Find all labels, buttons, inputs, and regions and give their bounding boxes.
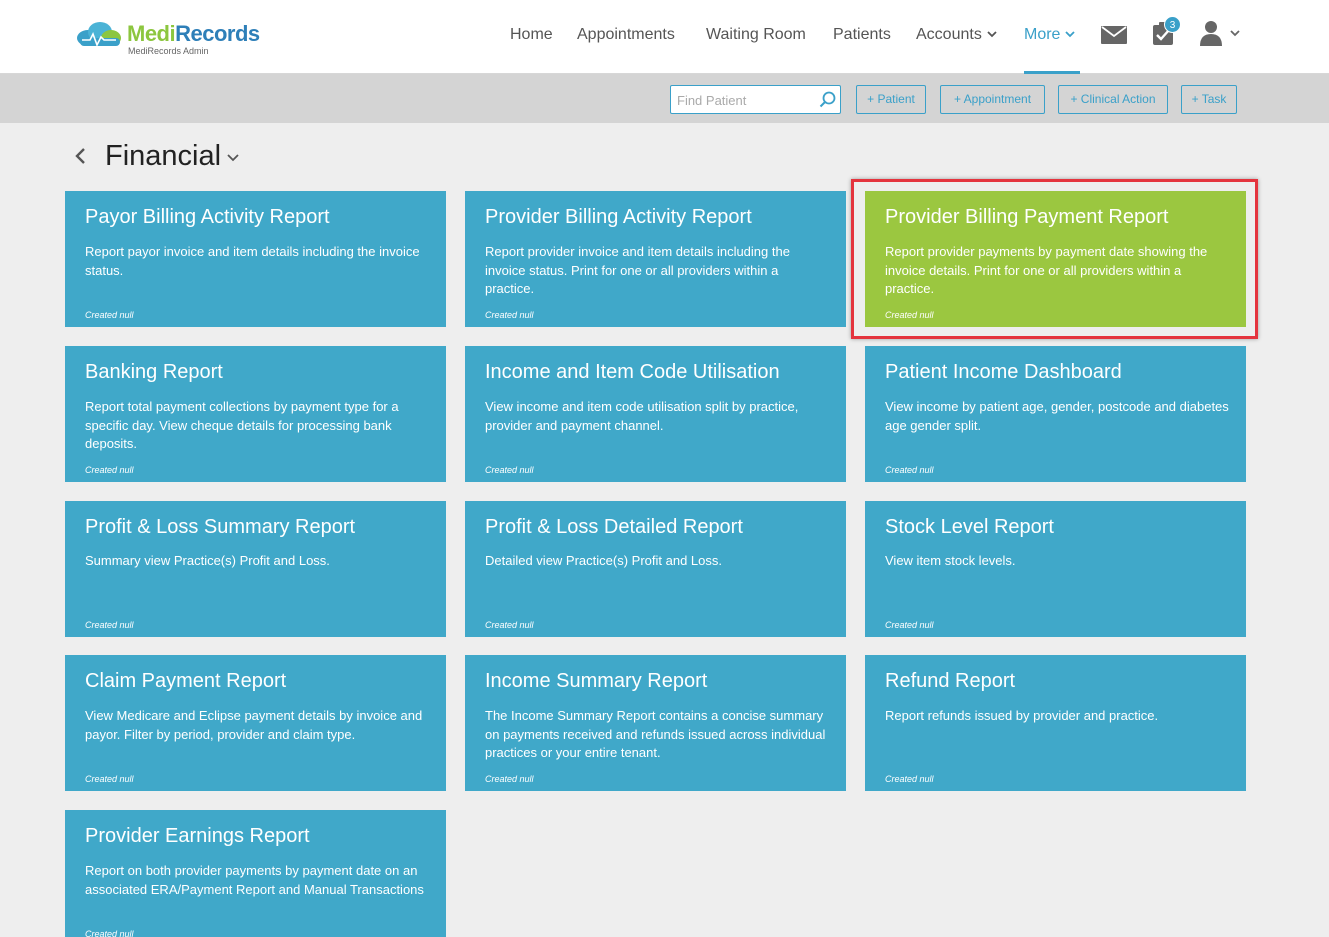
chevron-down-icon <box>1230 29 1241 36</box>
report-created: Created null <box>85 465 134 475</box>
report-description: Report provider payments by payment date… <box>885 244 1208 296</box>
report-created: Created null <box>885 310 934 320</box>
report-description: The Income Summary Report contains a con… <box>485 708 826 760</box>
report-title: Claim Payment Report <box>85 670 287 692</box>
report-card-claim-payment[interactable]: Claim Payment Report View Medicare and E… <box>65 655 446 791</box>
report-card-income-item-code-utilisation[interactable]: Income and Item Code Utilisation View in… <box>465 346 846 482</box>
report-title: Stock Level Report <box>885 516 1054 538</box>
report-created: Created null <box>885 465 934 475</box>
report-created: Created null <box>85 620 134 630</box>
report-card-profit-loss-detailed[interactable]: Profit & Loss Detailed Report Detailed v… <box>465 501 846 637</box>
find-patient-search[interactable] <box>670 85 841 114</box>
report-title: Payor Billing Activity Report <box>85 206 330 228</box>
nav-home[interactable]: Home <box>510 26 553 44</box>
report-title: Provider Billing Payment Report <box>885 206 1169 228</box>
nav-accounts[interactable]: Accounts <box>916 26 997 44</box>
report-description: View income and item code utilisation sp… <box>485 399 799 433</box>
report-card-refund[interactable]: Refund Report Report refunds issued by p… <box>865 655 1246 791</box>
add-patient-button[interactable]: + Patient <box>856 85 926 114</box>
report-title: Provider Billing Activity Report <box>485 206 752 228</box>
cloud-logo-icon <box>77 22 121 48</box>
report-created: Created null <box>485 620 534 630</box>
nav-waiting-room[interactable]: Waiting Room <box>706 26 806 44</box>
add-appointment-button[interactable]: + Appointment <box>940 85 1045 114</box>
report-title: Refund Report <box>885 670 1016 692</box>
report-card-provider-billing-payment[interactable]: Provider Billing Payment Report Report p… <box>865 191 1246 327</box>
report-description: Report provider invoice and item details… <box>485 244 790 296</box>
search-icon[interactable] <box>819 91 836 108</box>
nav-accounts-label: Accounts <box>916 26 982 43</box>
report-title: Banking Report <box>85 361 223 383</box>
report-created: Created null <box>85 310 134 320</box>
nav-more-label: More <box>1024 26 1061 43</box>
nav-appointments[interactable]: Appointments <box>577 26 675 44</box>
chevron-down-icon <box>987 31 997 38</box>
add-task-button[interactable]: + Task <box>1181 85 1237 114</box>
brand-subtitle: MediRecords Admin <box>128 46 209 56</box>
report-description: Detailed view Practice(s) Profit and Los… <box>485 553 722 568</box>
user-menu[interactable] <box>1200 20 1241 46</box>
back-chevron-icon[interactable] <box>74 147 86 165</box>
find-patient-input[interactable] <box>677 90 817 110</box>
report-card-stock-level[interactable]: Stock Level Report View item stock level… <box>865 501 1246 637</box>
report-card-profit-loss-summary[interactable]: Profit & Loss Summary Report Summary vie… <box>65 501 446 637</box>
top-navbar: MediRecords MediRecords Admin Home Appoi… <box>0 0 1329 74</box>
report-title: Profit & Loss Summary Report <box>85 516 356 538</box>
nav-more[interactable]: More <box>1024 26 1076 44</box>
report-created: Created null <box>85 929 134 937</box>
report-created: Created null <box>885 774 934 784</box>
report-description: Report payor invoice and item details in… <box>85 244 420 278</box>
report-title: Income Summary Report <box>485 670 708 692</box>
nav-patients[interactable]: Patients <box>833 26 891 44</box>
quick-actions-toolbar: + Patient + Appointment + Clinical Actio… <box>0 74 1329 123</box>
report-description: Report refunds issued by provider and pr… <box>885 708 1159 723</box>
report-card-provider-billing-activity[interactable]: Provider Billing Activity Report Report … <box>465 191 846 327</box>
report-description: Report total payment collections by paym… <box>85 399 399 451</box>
mail-icon[interactable] <box>1101 26 1127 44</box>
report-title: Patient Income Dashboard <box>885 361 1122 383</box>
report-title: Provider Earnings Report <box>85 825 310 847</box>
report-description: Summary view Practice(s) Profit and Loss… <box>85 553 330 568</box>
report-created: Created null <box>485 774 534 784</box>
report-card-banking[interactable]: Banking Report Report total payment coll… <box>65 346 446 482</box>
report-card-provider-earnings[interactable]: Provider Earnings Report Report on both … <box>65 810 446 937</box>
chevron-down-icon <box>1065 31 1076 38</box>
medirecords-logo[interactable]: MediRecords MediRecords Admin <box>74 18 274 60</box>
report-card-patient-income-dashboard[interactable]: Patient Income Dashboard View income by … <box>865 346 1246 482</box>
chevron-down-icon[interactable] <box>227 154 239 162</box>
report-description: Report on both provider payments by paym… <box>85 863 424 897</box>
report-description: View income by patient age, gender, post… <box>885 399 1229 433</box>
page-title: Financial <box>105 140 222 172</box>
report-created: Created null <box>885 620 934 630</box>
brand-name: MediRecords <box>127 21 260 46</box>
report-created: Created null <box>485 465 534 475</box>
add-clinical-action-button[interactable]: + Clinical Action <box>1058 85 1168 114</box>
report-created: Created null <box>85 774 134 784</box>
report-title: Income and Item Code Utilisation <box>485 361 780 383</box>
user-icon <box>1200 21 1222 46</box>
report-title: Profit & Loss Detailed Report <box>485 516 743 538</box>
report-card-payor-billing-activity[interactable]: Payor Billing Activity Report Report pay… <box>65 191 446 327</box>
report-description: View Medicare and Eclipse payment detail… <box>85 708 423 742</box>
report-created: Created null <box>485 310 534 320</box>
report-card-income-summary[interactable]: Income Summary Report The Income Summary… <box>465 655 846 791</box>
task-count-badge: 3 <box>1164 16 1181 33</box>
report-description: View item stock levels. <box>885 553 1016 568</box>
